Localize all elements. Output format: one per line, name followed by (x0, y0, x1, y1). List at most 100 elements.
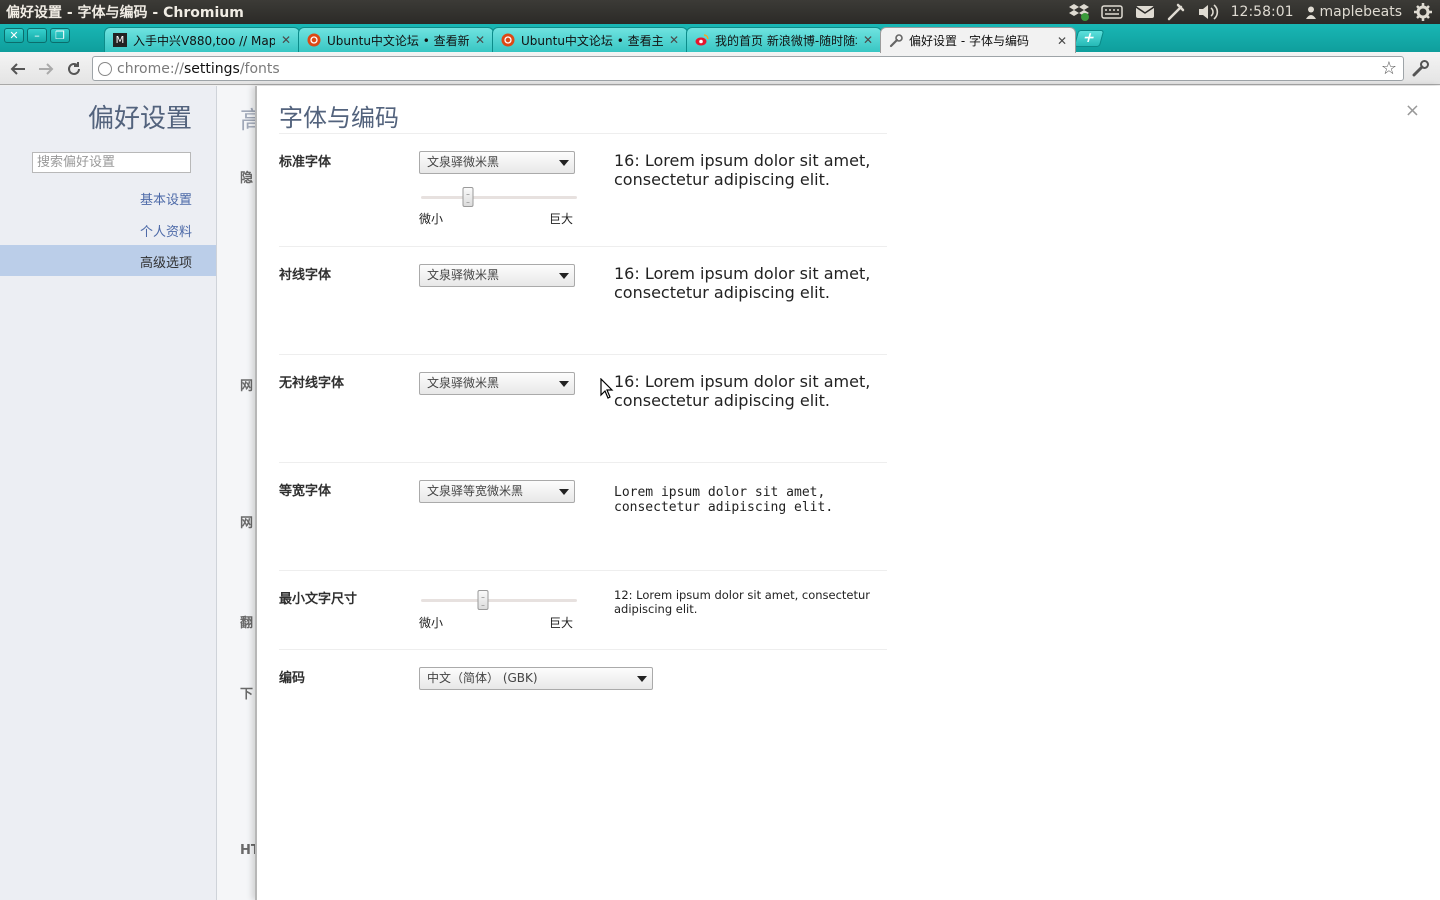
url-scheme: chrome:// (117, 60, 184, 77)
settings-search-input[interactable]: 搜索偏好设置 (32, 152, 191, 173)
dropbox-icon[interactable] (1068, 0, 1089, 24)
window-minimize-button[interactable]: – (27, 28, 47, 43)
select-value: 中文（简体） (GBK) (427, 671, 538, 685)
dropdown-arrow-icon (559, 381, 569, 387)
tab-label: 入手中兴V880,too // Maple (133, 33, 275, 48)
standard-font-label: 标准字体 (279, 155, 332, 170)
select-value: 文泉驿等宽微米黑 (427, 484, 524, 498)
tab-close-icon[interactable]: ✕ (1057, 34, 1067, 48)
encoding-row: 编码 中文（简体） (GBK) (279, 650, 887, 710)
weibo-favicon (695, 33, 709, 47)
dropdown-arrow-icon (559, 273, 569, 279)
minimum-size-sample: 12: Lorem ipsum dolor sit amet, consecte… (614, 588, 871, 616)
back-button[interactable] (8, 59, 28, 79)
tab-strip: ✕ – ❐ M 入手中兴V880,too // Maple ✕ Ubuntu中文… (0, 24, 1440, 53)
serif-font-sample: 16: Lorem ipsum dolor sit amet, consecte… (614, 264, 871, 302)
select-value: 文泉驿微米黑 (427, 376, 500, 390)
serif-font-row: 衬线字体 文泉驿微米黑 16: Lorem ipsum dolor sit am… (279, 247, 887, 355)
behind-section-label: 网 (240, 516, 254, 531)
behind-section-label: 隐 (240, 171, 254, 186)
slider-thumb[interactable] (462, 187, 474, 207)
user-icon (1305, 6, 1316, 19)
minimum-size-row: 最小文字尺寸 微小 巨大 12: Lorem ipsum dolor sit a… (279, 571, 887, 650)
slider-track (421, 599, 577, 602)
dropdown-arrow-icon (559, 160, 569, 166)
new-tab-button[interactable]: + (1073, 30, 1105, 47)
minimum-size-label: 最小文字尺寸 (279, 592, 358, 607)
tab-label: Ubuntu中文论坛 • 查看主题 (521, 33, 663, 48)
slider-max-label: 巨大 (549, 212, 574, 226)
bookmark-star-icon[interactable]: ☆ (1381, 58, 1397, 79)
wrench-menu-icon[interactable] (1412, 59, 1430, 81)
window-controls: ✕ – ❐ (4, 28, 70, 43)
tab-close-icon[interactable]: ✕ (281, 33, 291, 47)
volume-icon[interactable] (1197, 0, 1219, 24)
fixed-font-label: 等宽字体 (279, 484, 332, 499)
standard-font-select[interactable]: 文泉驿微米黑 (419, 151, 575, 174)
window-title: 偏好设置 - 字体与编码 - Chromium (6, 5, 244, 21)
tab-label: 偏好设置 - 字体与编码 (909, 34, 1029, 48)
panel-indicators: 12:58:01 maplebeats (1068, 0, 1440, 24)
select-value: 文泉驿微米黑 (427, 268, 500, 282)
url-host: settings (184, 60, 240, 77)
nav-item-personal[interactable]: 个人资料 (140, 221, 192, 240)
serif-font-label: 衬线字体 (279, 268, 332, 283)
mouse-cursor-icon (600, 378, 614, 399)
maple-favicon: M (113, 33, 127, 47)
dropdown-arrow-icon (637, 676, 647, 682)
serif-font-select[interactable]: 文泉驿微米黑 (419, 264, 575, 287)
encoding-select[interactable]: 中文（简体） (GBK) (419, 667, 653, 690)
back-arrow-icon (10, 63, 25, 75)
reload-icon (68, 62, 80, 75)
page-icon (98, 62, 112, 76)
power-gear-icon[interactable] (1414, 0, 1432, 24)
user-menu[interactable]: maplebeats (1305, 0, 1402, 24)
network-icon[interactable] (1167, 0, 1185, 24)
mail-icon[interactable] (1135, 0, 1155, 24)
settings-sidebar: 偏好设置 搜索偏好设置 基本设置 个人资料 高级选项 (0, 86, 217, 900)
reload-button[interactable] (64, 59, 84, 79)
minimum-size-slider[interactable] (421, 590, 577, 610)
tab-close-icon[interactable]: ✕ (863, 33, 873, 47)
nav-item-label: 高级选项 (139, 256, 192, 271)
settings-title: 偏好设置 (87, 104, 192, 134)
behind-section-label: 翻 (240, 616, 254, 631)
forward-arrow-icon (39, 63, 54, 75)
window-restore-button[interactable]: ❐ (50, 28, 70, 43)
browser-toolbar: chrome://settings/fonts ☆ (0, 52, 1440, 85)
tab-ubuntu-new-posts[interactable]: Ubuntu中文论坛 • 查看新帖 ✕ (298, 27, 494, 52)
sans-font-sample: 16: Lorem ipsum dolor sit amet, consecte… (614, 372, 871, 410)
select-value: 文泉驿微米黑 (427, 155, 500, 169)
tab-weibo[interactable]: 我的首页 新浪微博-随时随地 ✕ (686, 27, 882, 52)
slider-thumb[interactable] (477, 590, 489, 610)
tab-ubuntu-topic[interactable]: Ubuntu中文论坛 • 查看主题 ✕ (492, 27, 688, 52)
fonts-overlay: 字体与编码 × 标准字体 文泉驿微米黑 微小 巨大 16: Lorem ipsu… (255, 86, 1440, 900)
clock[interactable]: 12:58:01 (1231, 0, 1294, 24)
fixed-font-select[interactable]: 文泉驿等宽微米黑 (419, 480, 575, 503)
standard-font-row: 标准字体 文泉驿微米黑 微小 巨大 16: Lorem ipsum dolor … (279, 134, 887, 247)
keyboard-icon[interactable] (1100, 0, 1123, 24)
fixed-font-row: 等宽字体 文泉驿等宽微米黑 Lorem ipsum dolor sit amet… (279, 463, 887, 571)
behind-section-label: 网 (240, 379, 254, 394)
address-bar[interactable]: chrome://settings/fonts ☆ (92, 56, 1404, 81)
tab-close-icon[interactable]: ✕ (475, 33, 485, 47)
window-close-button[interactable]: ✕ (4, 28, 24, 43)
ubuntu-favicon (501, 33, 515, 47)
wrench-favicon (889, 33, 903, 48)
standard-font-size-slider[interactable] (421, 187, 577, 207)
nav-item-advanced[interactable]: 高级选项 (0, 245, 216, 276)
encoding-label: 编码 (279, 671, 306, 686)
tab-maple[interactable]: M 入手中兴V880,too // Maple ✕ (104, 27, 300, 52)
tab-close-icon[interactable]: ✕ (669, 33, 679, 47)
sans-font-select[interactable]: 文泉驿微米黑 (419, 372, 575, 395)
close-overlay-button[interactable]: × (1405, 100, 1420, 121)
fixed-font-sample: Lorem ipsum dolor sit amet, consectetur … (614, 485, 834, 515)
forward-button[interactable] (36, 59, 56, 79)
sans-font-label: 无衬线字体 (279, 376, 345, 391)
nav-item-basics[interactable]: 基本设置 (140, 189, 192, 208)
behind-section-label: 下 (240, 687, 254, 702)
tab-settings-fonts[interactable]: 偏好设置 - 字体与编码 ✕ (880, 27, 1076, 53)
dropdown-arrow-icon (559, 489, 569, 495)
slider-max-label: 巨大 (549, 616, 574, 630)
top-panel: 偏好设置 - 字体与编码 - Chromium 12:58:01 maplebe… (0, 0, 1440, 24)
